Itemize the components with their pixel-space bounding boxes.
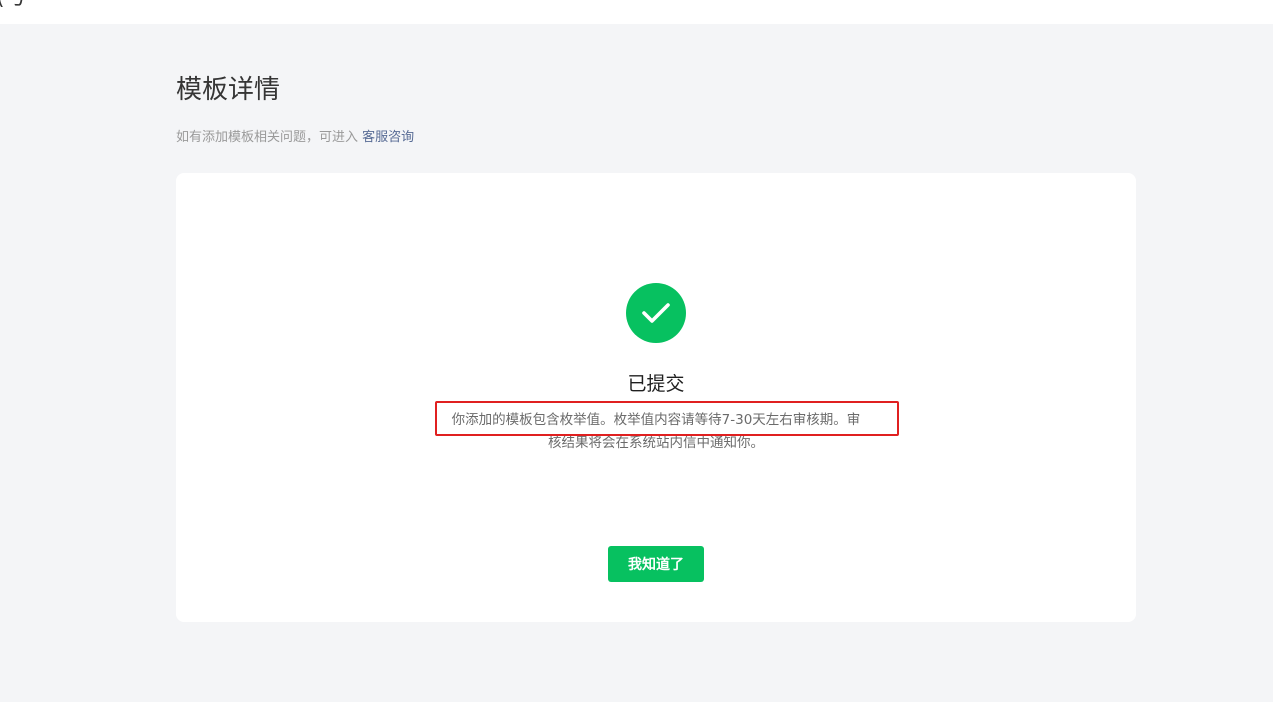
help-text: 如有添加模板相关问题，可进入 客服咨询 [176,128,414,148]
acknowledge-button[interactable]: 我知道了 [608,546,704,582]
status-title: 已提交 [627,373,685,395]
customer-service-link[interactable]: 客服咨询 [362,130,414,145]
header-partial-text: (号 [0,0,27,10]
status-description: 你添加的模板包含枚举值。枚举值内容请等待7-30天左右审核期。审核结果将会在系统… [451,412,861,451]
help-text-prefix: 如有添加模板相关问题，可进入 [176,130,359,145]
page-title: 模板详情 [176,75,281,105]
result-card: 已提交 你添加的模板包含枚举值。枚举值内容请等待7-30天左右审核期。审核结果将… [176,173,1136,622]
checkmark-icon [626,283,686,343]
top-bar: (号 [0,0,1273,24]
